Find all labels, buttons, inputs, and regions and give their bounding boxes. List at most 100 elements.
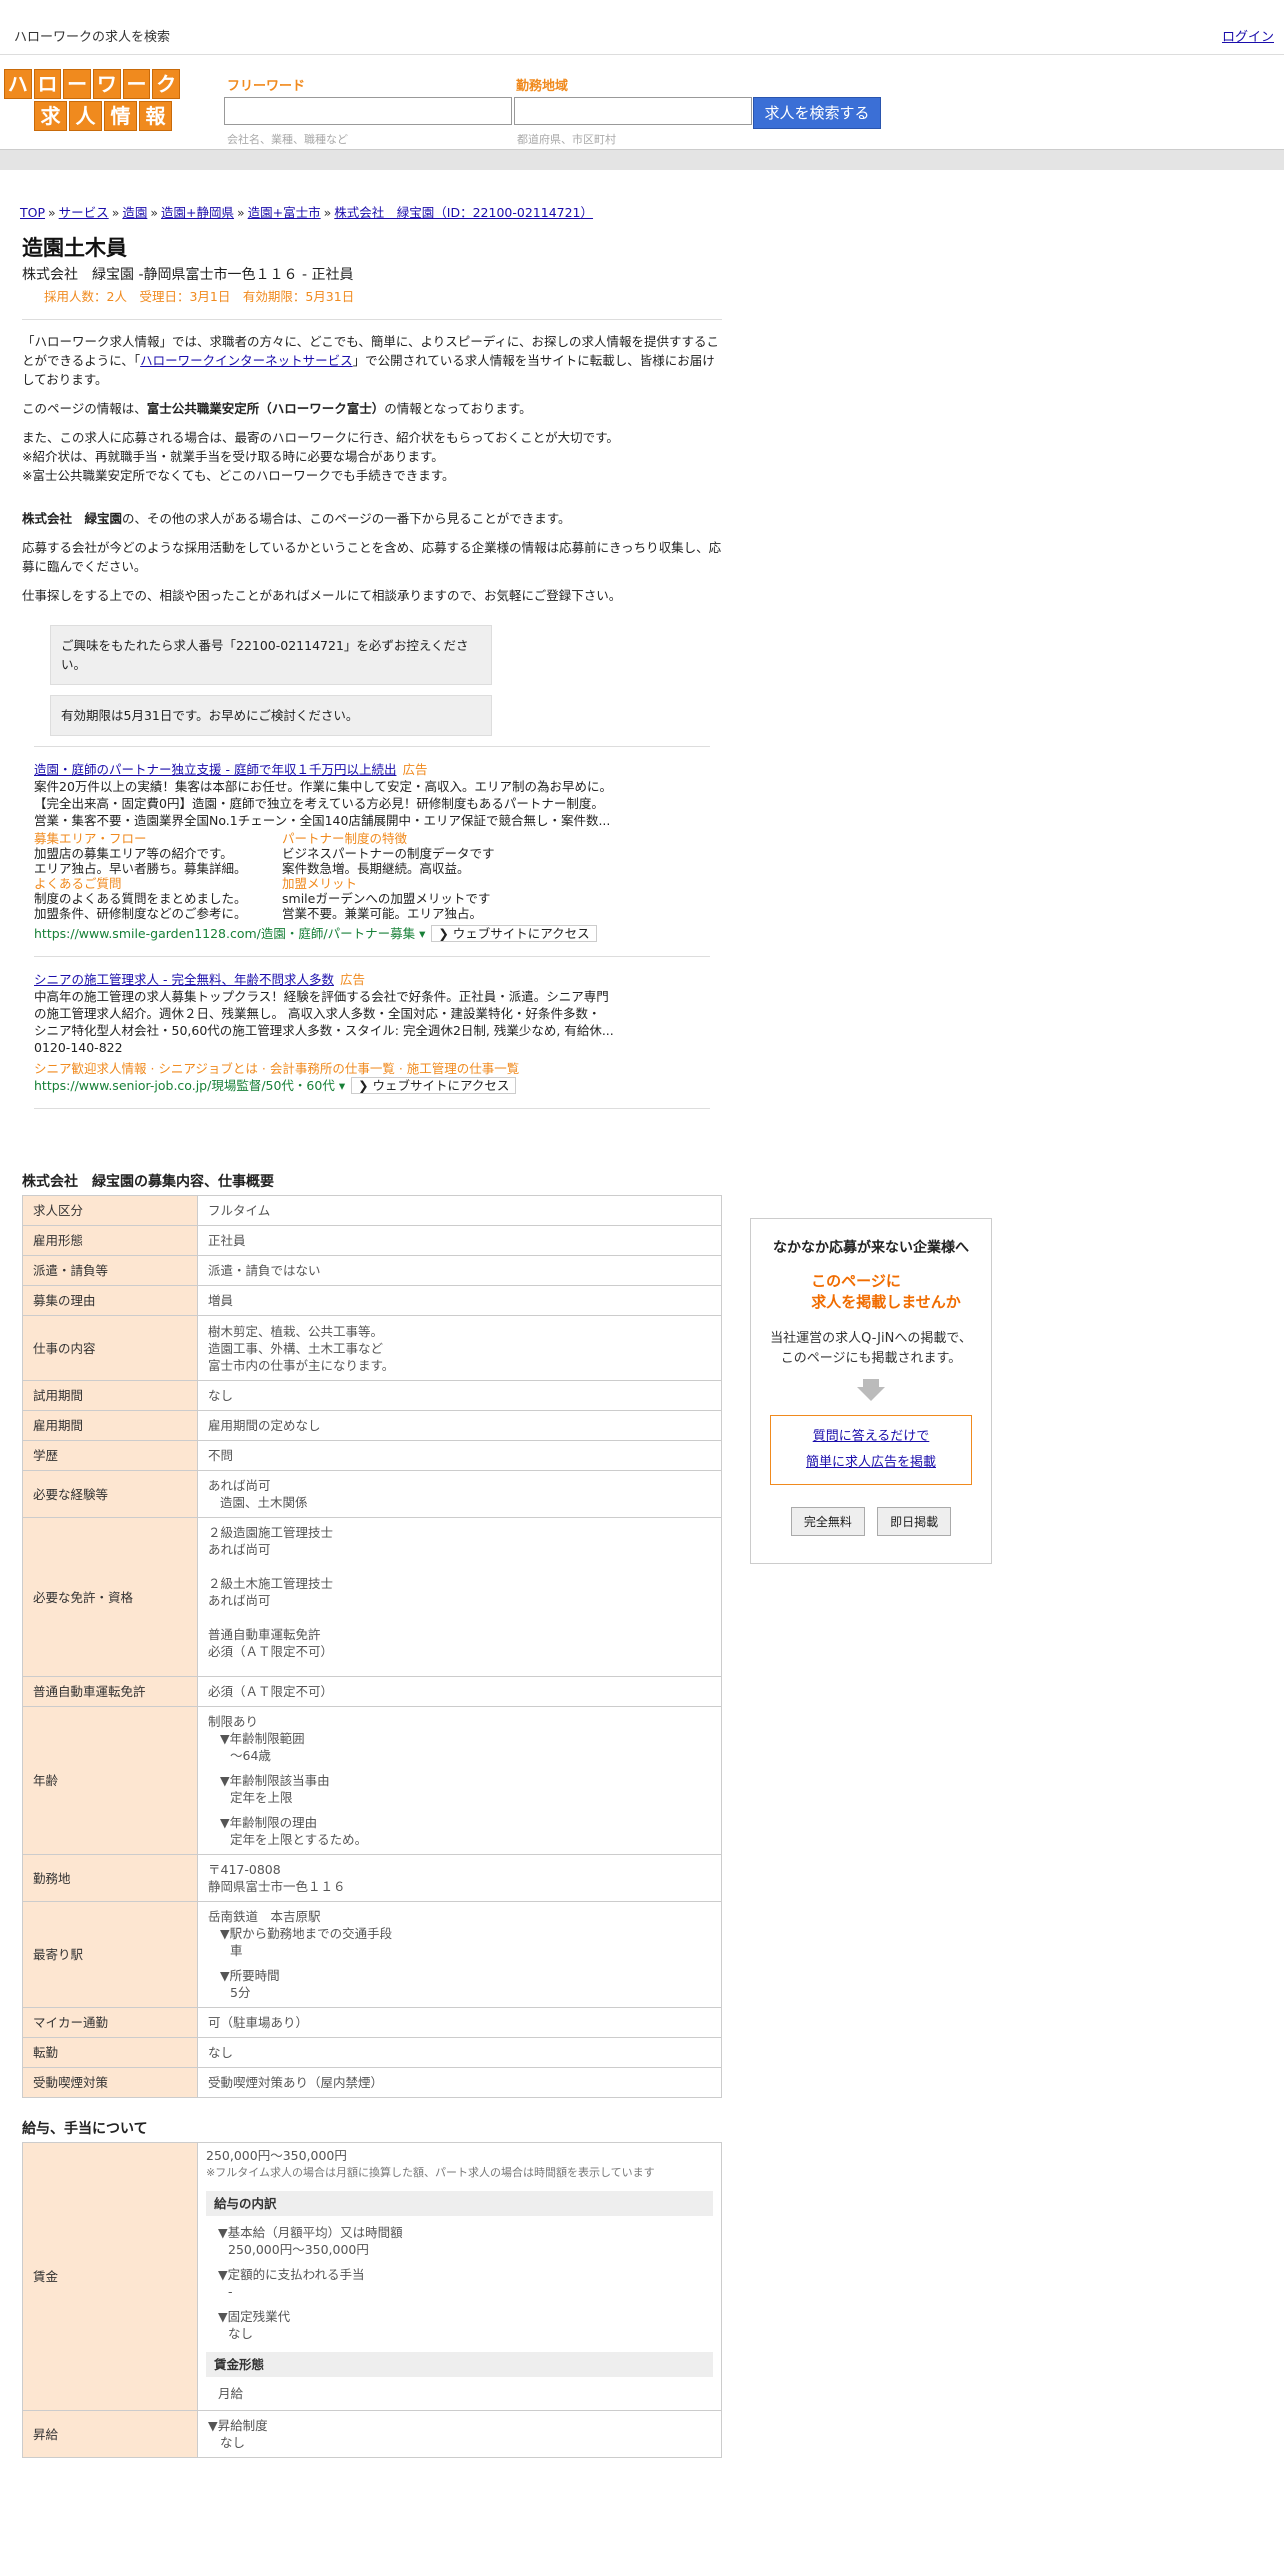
table-row: 募集の理由 増員 — [22, 1285, 722, 1316]
table-row: 賃金 250,000円〜350,000円 ※フルタイム求人の場合は月額に換算した… — [22, 2142, 722, 2411]
row-key: 転勤 — [22, 2037, 198, 2068]
top-bar: ハローワークの求人を検索 ログイン — [0, 0, 1284, 55]
keyword-placeholder: 会社名、業種、職種など — [227, 133, 348, 146]
header: ハローワーク 求人情報 フリーワード 会社名、業種、職種など 勤務地域 都道府県… — [0, 55, 1284, 147]
ad-tag: 広告 — [402, 762, 428, 777]
arrow-down-icon — [863, 1379, 879, 1387]
divider — [34, 746, 710, 747]
table-row: 仕事の内容 樹木剪定、植栽、公共工事等。 造園工事、外構、土木工事など 富士市内の仕事… — [22, 1315, 722, 1381]
breadcrumb-zoen[interactable]: 造園 — [122, 205, 147, 220]
logo-char: 情 — [104, 101, 137, 131]
search-button[interactable]: 求人を検索する — [753, 97, 881, 129]
row-key: 普通自動車運転免許 — [22, 1676, 198, 1707]
table-row: 求人区分 フルタイム — [22, 1195, 722, 1226]
job-subtitle: 株式会社 緑宝園 -静岡県富士市一色１１６ - 正社員 — [22, 267, 354, 283]
hellowork-internet-link[interactable]: ハローワークインターネットサービス — [140, 353, 353, 368]
row-key: 試用期間 — [22, 1380, 198, 1411]
table-row: 受動喫煙対策 受動喫煙対策あり（屋内禁煙） — [22, 2067, 722, 2098]
row-value: なし — [197, 2037, 722, 2068]
site-title: ハローワークの求人を検索 — [14, 30, 171, 45]
breadcrumb-service[interactable]: サービス — [59, 205, 109, 220]
overview-heading: 株式会社 緑宝園の募集内容、仕事概要 — [22, 1174, 274, 1190]
ad-sitelink[interactable]: 加盟メリット — [282, 876, 542, 891]
ad-phone[interactable]: 0120-140-822 — [34, 1039, 714, 1056]
breadcrumb-company[interactable]: 株式会社 緑宝園（ID：22100-02114721） — [334, 205, 593, 220]
row-value: 増員 — [197, 1285, 722, 1316]
table-row: 最寄り駅 岳南鉄道 本吉原駅 ▼駅から勤務地までの交通手段車 ▼所要時間 5分 — [22, 1901, 722, 2008]
row-key: 必要な免許・資格 — [22, 1517, 198, 1677]
ad-title[interactable]: 造園・庭師のパートナー独立支援 - 庭師で年収１千万円以上続出 — [34, 762, 396, 777]
breadcrumb-fuji[interactable]: 造園+富士市 — [248, 205, 321, 220]
row-value: あれば尚可 造園、土木関係 — [197, 1470, 722, 1518]
question-link[interactable]: 質問に答えるだけで — [813, 1429, 930, 1444]
intro-p5: 応募する会社が今どのような採用活動をしているかということを含め、応募する企業様の… — [22, 540, 722, 574]
advertise-panel: なかなか応募が来ない企業様へ このページに 求人を掲載しませんか 当社運営の求人Q… — [750, 1218, 992, 1564]
keyword-label: フリーワード — [227, 79, 306, 94]
ad-text: の施工管理求人紹介。週休２日、残業無し。 高収入求人多数・全国対応・建設業特化・… — [34, 1006, 601, 1021]
keyword-input[interactable] — [224, 97, 512, 125]
area-placeholder: 都道府県、市区町村 — [517, 133, 616, 146]
row-value: 制限あり ▼年齢制限範囲 〜64歳 ▼年齢制限該当事由 定年を上限 ▼年齢制限の理由 定年を… — [197, 1706, 722, 1855]
ad-url[interactable]: https://www.smile-garden1128.com/造園・庭師/パ… — [34, 926, 425, 941]
area-input[interactable] — [514, 97, 752, 125]
table-row: 雇用形態 正社員 — [22, 1225, 722, 1256]
row-value: 雇用期間の定めなし — [197, 1410, 722, 1441]
logo-char: 人 — [69, 101, 102, 131]
ad-visit-button[interactable]: ❯ ウェブサイトにアクセス — [431, 925, 597, 942]
row-value: フルタイム — [197, 1195, 722, 1226]
post-ad-link[interactable]: 簡単に求人広告を掲載 — [806, 1455, 936, 1470]
row-value: ▼昇給制度 なし — [197, 2410, 722, 2458]
hellowork-logo[interactable]: ハローワーク 求人情報 — [4, 69, 181, 133]
row-key: 最寄り駅 — [22, 1901, 198, 2008]
row-key: 雇用期間 — [22, 1410, 198, 1441]
table-row: 昇給 ▼昇給制度 なし — [22, 2410, 722, 2458]
row-key: 学歴 — [22, 1440, 198, 1471]
divider — [34, 956, 710, 957]
advertise-buttons: 完全無料 即日掲載 — [751, 1507, 991, 1536]
advertise-links: 質問に答えるだけで 簡単に求人広告を掲載 — [770, 1415, 972, 1485]
ad-links[interactable]: シニア歓迎求人情報 · シニアジョブとは · 会計事務所の仕事一覧 · 施工管理… — [34, 1060, 714, 1077]
ad-text: 営業・集客不要・造園業界全国No.1チェーン・全国140店舗展開中・エリア保証で… — [34, 813, 611, 828]
area-label: 勤務地域 — [516, 79, 569, 94]
advertise-promo: このページに 求人を掲載しませんか — [811, 1272, 961, 1311]
breadcrumb: TOP» サービス» 造園» 造園+静岡県» 造園+富士市» 株式会社 緑宝園（ID：22… — [20, 205, 594, 220]
row-key: 仕事の内容 — [22, 1315, 198, 1381]
row-value: 不問 — [197, 1440, 722, 1471]
intro-p3: また、この求人に応募される場合は、最寄のハローワークに行き、紹介状をもらっておく… — [22, 430, 619, 483]
same-day-button[interactable]: 即日掲載 — [877, 1507, 952, 1536]
logo-char: 報 — [139, 101, 172, 131]
intro-p4: 株式会社 緑宝園の、その他の求人がある場合は、このページの一番下から見ることがで… — [22, 511, 571, 526]
row-value: 必須（ＡＴ限定不可） — [197, 1676, 722, 1707]
ad-sitelink-desc: ビジネスパートナーの制度データです — [282, 846, 495, 861]
table-row: 年齢 制限あり ▼年齢制限範囲 〜64歳 ▼年齢制限該当事由 定年を上限 ▼年齢制限の理由定… — [22, 1706, 722, 1855]
row-key: 募集の理由 — [22, 1285, 198, 1316]
table-row: 雇用期間 雇用期間の定めなし — [22, 1410, 722, 1441]
row-key: 雇用形態 — [22, 1225, 198, 1256]
ad-title[interactable]: シニアの施工管理求人 - 完全無料、年齢不問求人多数 — [34, 972, 334, 987]
free-button[interactable]: 完全無料 — [790, 1507, 865, 1536]
ad-visit-button[interactable]: ❯ ウェブサイトにアクセス — [351, 1077, 517, 1094]
row-value: なし — [197, 1380, 722, 1411]
login-link[interactable]: ログイン — [1222, 26, 1274, 45]
salary-heading: 給与、手当について — [22, 2121, 148, 2137]
ad-url[interactable]: https://www.senior-job.co.jp/現場監督/50代・60… — [34, 1078, 345, 1093]
row-key: マイカー通勤 — [22, 2007, 198, 2038]
ad-sitelink[interactable]: パートナー制度の特徴 — [282, 831, 542, 846]
logo-char: ー — [122, 69, 151, 99]
divider — [22, 319, 722, 320]
ad-sitelink[interactable]: 募集エリア・フロー — [34, 831, 282, 846]
table-row: 必要な経験等 あれば尚可 造園、土木関係 — [22, 1470, 722, 1518]
row-value: 岳南鉄道 本吉原駅 ▼駅から勤務地までの交通手段車 ▼所要時間 5分 — [197, 1901, 722, 2008]
logo-char: 求 — [34, 101, 67, 131]
table-row: 勤務地 〒417-0808 静岡県富士市一色１１６ — [22, 1854, 722, 1902]
ad-tag: 広告 — [339, 972, 365, 987]
logo-char: ロ — [33, 69, 62, 99]
breadcrumb-top[interactable]: TOP — [20, 205, 45, 220]
salary-table: 賃金 250,000円〜350,000円 ※フルタイム求人の場合は月額に換算した… — [22, 2142, 722, 2458]
intro-p6: 仕事探しをする上での、相談や困ったことがあればメールにて相談承りますので、お気軽… — [22, 588, 622, 603]
breadcrumb-shizuoka[interactable]: 造園+静岡県 — [161, 205, 234, 220]
ad-sitelink[interactable]: よくあるご質問 — [34, 876, 282, 891]
table-row: 普通自動車運転免許 必須（ＡＴ限定不可） — [22, 1676, 722, 1707]
ad-block: 造園・庭師のパートナー独立支援 - 庭師で年収１千万円以上続出 広告 案件20万件… — [34, 761, 714, 942]
ad-sitelink-desc: smileガーデンへの加盟メリットです — [282, 891, 491, 906]
